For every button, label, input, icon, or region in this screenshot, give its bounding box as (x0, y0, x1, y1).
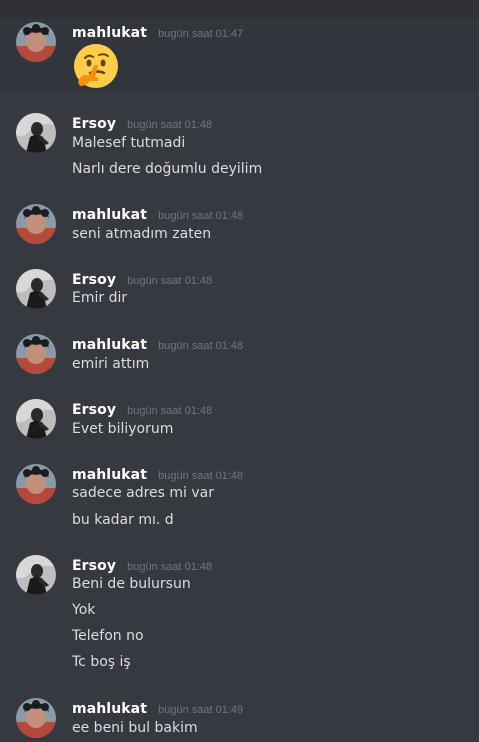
message-header: Ersoy bugün saat 01:48 (72, 269, 213, 288)
username[interactable]: mahlukat (72, 337, 147, 353)
avatar-mahlukat[interactable] (16, 334, 56, 374)
message-group[interactable]: Ersoy bugün saat 01:48 Beni de bulursun … (0, 554, 479, 678)
username[interactable]: Ersoy (72, 272, 116, 288)
message-text: Telefon no (72, 628, 144, 644)
message-group[interactable]: Ersoy bugün saat 01:48 Evet biliyorum (0, 398, 479, 444)
message-text: bu kadar mı. d (72, 512, 174, 528)
timestamp: bugün saat 01:48 (158, 470, 244, 482)
timestamp: bugün saat 01:48 (158, 210, 244, 222)
timestamp: bugün saat 01:48 (127, 119, 213, 131)
username[interactable]: Ersoy (72, 558, 116, 574)
message-header: mahlukat bugün saat 01:48 (72, 204, 244, 223)
message-header: Ersoy bugün saat 01:48 (72, 113, 213, 132)
chat-messages: mahlukat bugün saat 01:47 Ersoy bugün sa… (0, 0, 479, 742)
message-text: Beni de bulursun (72, 576, 191, 592)
message-text: ee beni bul bakim (72, 720, 198, 736)
username[interactable]: mahlukat (72, 25, 147, 41)
avatar-mahlukat[interactable] (16, 204, 56, 244)
message-text: Evet biliyorum (72, 421, 174, 437)
message-group[interactable]: mahlukat bugün saat 01:48 seni atmadım z… (0, 203, 479, 249)
message-text: Tc boş iş (72, 654, 131, 670)
username[interactable]: Ersoy (72, 116, 116, 132)
username[interactable]: mahlukat (72, 467, 147, 483)
timestamp: bugün saat 01:47 (158, 28, 244, 40)
username[interactable]: mahlukat (72, 701, 147, 717)
message-header: mahlukat bugün saat 01:48 (72, 464, 244, 483)
message-text: Yok (72, 602, 96, 618)
message-text: seni atmadım zaten (72, 226, 212, 242)
avatar-mahlukat[interactable] (16, 22, 56, 62)
avatar-ersoy[interactable] (16, 113, 56, 153)
message-group[interactable]: mahlukat bugün saat 01:49 ee beni bul ba… (0, 697, 479, 742)
timestamp: bugün saat 01:48 (158, 340, 244, 352)
message-header: mahlukat bugün saat 01:47 (72, 22, 244, 41)
timestamp: bugün saat 01:49 (158, 704, 244, 716)
avatar-ersoy[interactable] (16, 269, 56, 309)
message-text: sadece adres mi var (72, 485, 215, 501)
message-header: Ersoy bugün saat 01:48 (72, 555, 213, 574)
timestamp: bugün saat 01:48 (127, 561, 213, 573)
message-text: Malesef tutmadi (72, 135, 186, 151)
message-group[interactable]: mahlukat bugün saat 01:47 (0, 18, 479, 92)
thinking-face-emoji (72, 42, 120, 90)
message-header: mahlukat bugün saat 01:49 (72, 698, 244, 717)
timestamp: bugün saat 01:48 (127, 275, 213, 287)
message-text: emiri attım (72, 356, 150, 372)
message-text: Narlı dere doğumlu deyilim (72, 161, 263, 177)
top-strip (0, 0, 479, 18)
message-group[interactable]: mahlukat bugün saat 01:48 sadece adres m… (0, 463, 479, 535)
message-header: Ersoy bugün saat 01:48 (72, 399, 213, 418)
avatar-ersoy[interactable] (16, 399, 56, 439)
message-header: mahlukat bugün saat 01:48 (72, 334, 244, 353)
message-group[interactable]: mahlukat bugün saat 01:48 emiri attım (0, 333, 479, 379)
message-group[interactable]: Ersoy bugün saat 01:48 Emir dir (0, 268, 479, 314)
avatar-ersoy[interactable] (16, 555, 56, 595)
avatar-mahlukat[interactable] (16, 698, 56, 738)
avatar-mahlukat[interactable] (16, 464, 56, 504)
message-group[interactable]: Ersoy bugün saat 01:48 Malesef tutmadi N… (0, 112, 479, 184)
username[interactable]: mahlukat (72, 207, 147, 223)
message-text: Emir dir (72, 290, 128, 306)
username[interactable]: Ersoy (72, 402, 116, 418)
timestamp: bugün saat 01:48 (127, 405, 213, 417)
